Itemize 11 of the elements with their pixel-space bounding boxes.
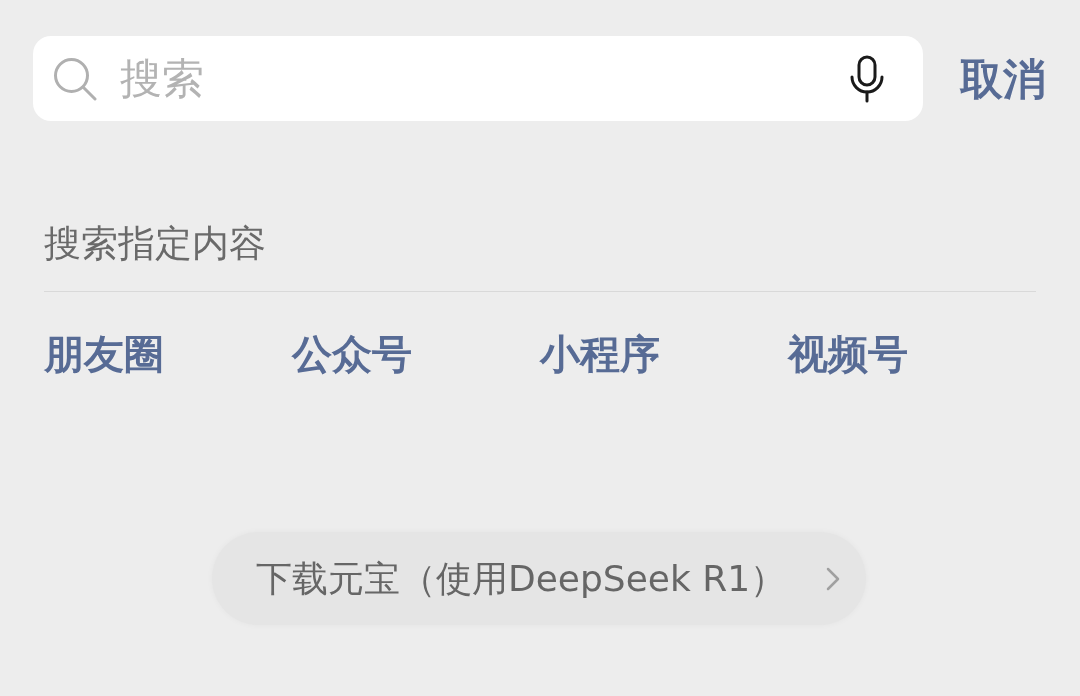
- category-link[interactable]: 视频号: [788, 330, 908, 378]
- category-link[interactable]: 朋友圈: [44, 330, 164, 378]
- category-link[interactable]: 小程序: [540, 330, 660, 378]
- search-field[interactable]: 搜索: [33, 36, 923, 121]
- chevron-right-icon: [826, 566, 840, 591]
- promo-button[interactable]: 下载元宝（使用DeepSeek R1）: [212, 532, 866, 625]
- search-icon: [53, 57, 97, 101]
- microphone-icon[interactable]: [849, 55, 885, 103]
- category-link[interactable]: 公众号: [292, 330, 412, 378]
- section-title: 搜索指定内容: [44, 222, 266, 265]
- cancel-button[interactable]: 取消: [960, 52, 1046, 105]
